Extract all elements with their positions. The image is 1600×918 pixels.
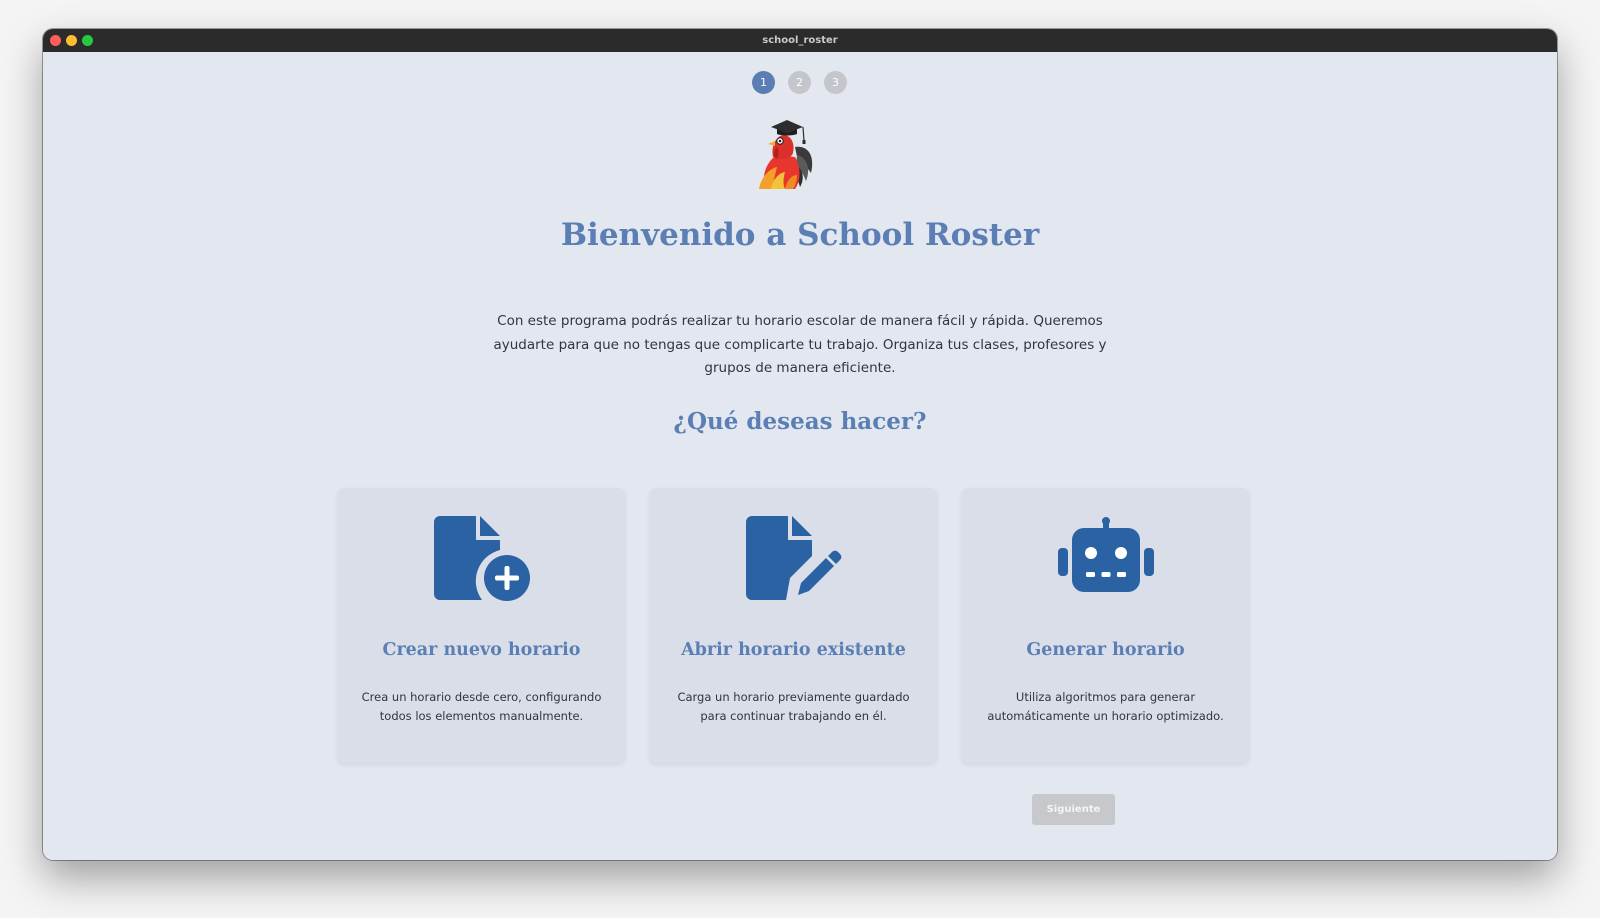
welcome-screen: 1 2 3 Bienvenido a School Roster Con est… [43,52,1557,860]
next-button[interactable]: Siguiente [1032,794,1115,825]
step-1: 1 [752,71,775,94]
open-schedule-description: Carga un horario previamente guardado pa… [677,690,910,723]
title-bar: school_roster [43,29,1557,52]
welcome-description: Con este programa podrás realizar tu hor… [493,313,1107,376]
welcome-title: Bienvenido a School Roster [560,217,1040,253]
create-schedule-title: Crear nuevo horario [382,640,581,660]
open-schedule-title: Abrir horario existente [681,640,906,660]
action-cards: Crear nuevo horario Crea un horario desd… [338,488,1250,763]
generate-schedule-description: Utiliza algoritmos para generar automáti… [987,690,1224,723]
generate-schedule-card[interactable]: Generar horario Utiliza algoritmos para … [962,488,1249,763]
step-3: 3 [824,71,847,94]
create-schedule-description: Crea un horario desde cero, configurando… [361,690,602,723]
desktop: school_roster 1 2 3 Bienvenido a School … [0,0,1600,918]
create-schedule-card[interactable]: Crear nuevo horario Crea un horario desd… [338,488,625,763]
step-indicator: 1 2 3 [43,71,1557,94]
generate-schedule-title: Generar horario [1026,640,1185,660]
app-window: school_roster 1 2 3 Bienvenido a School … [43,29,1557,860]
rooster-mascot-logo [759,120,813,189]
open-schedule-card[interactable]: Abrir horario existente Carga un horario… [650,488,937,763]
window-title: school_roster [762,35,838,46]
step-2: 2 [788,71,811,94]
file-edit-icon [745,516,841,600]
file-plus-icon [433,516,530,604]
robot-icon [1057,517,1154,592]
action-question: ¿Qué deseas hacer? [673,408,927,435]
